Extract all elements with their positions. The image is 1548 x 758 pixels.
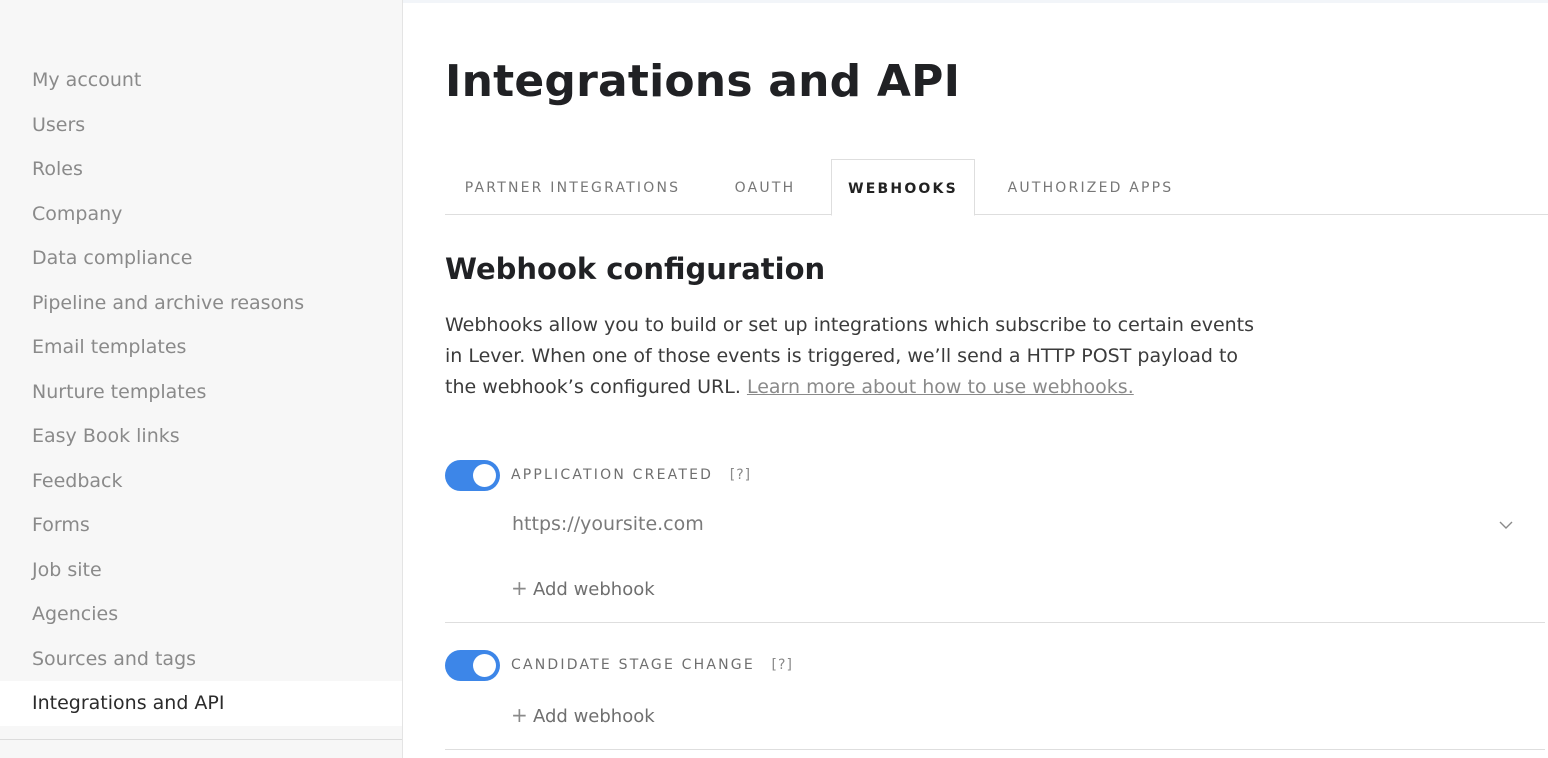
toggle-application-created[interactable] (445, 460, 500, 491)
row-divider (445, 622, 1545, 623)
sidebar-item-easy-book-links[interactable]: Easy Book links (0, 414, 402, 459)
sidebar-item-pipeline-archive-reasons[interactable]: Pipeline and archive reasons (0, 281, 402, 326)
sidebar-item-company[interactable]: Company (0, 192, 402, 237)
row-divider (445, 749, 1545, 750)
tab-oauth[interactable]: OAUTH (707, 159, 823, 215)
add-webhook-button[interactable]: + Add webhook (511, 576, 655, 600)
add-webhook-label: Add webhook (533, 579, 655, 600)
add-webhook-button[interactable]: + Add webhook (511, 703, 655, 727)
event-name: APPLICATION CREATED (511, 467, 714, 483)
toggle-candidate-stage-change[interactable] (445, 650, 500, 681)
help-link[interactable]: [?] (730, 467, 751, 483)
toggle-knob (473, 464, 496, 487)
sidebar-item-users[interactable]: Users (0, 103, 402, 148)
main-content: Integrations and API PARTNER INTEGRATION… (445, 0, 1548, 758)
section-title: Webhook configuration (445, 252, 826, 286)
chevron-down-icon[interactable] (1499, 518, 1513, 532)
toggle-knob (473, 654, 496, 677)
sidebar-item-sources-and-tags[interactable]: Sources and tags (0, 637, 402, 682)
tab-authorized-apps[interactable]: AUTHORIZED APPS (993, 159, 1188, 215)
tab-partner-integrations[interactable]: PARTNER INTEGRATIONS (445, 159, 700, 215)
sidebar-nav: My account Users Roles Company Data comp… (0, 58, 402, 726)
tab-bar: PARTNER INTEGRATIONS OAUTH WEBHOOKS AUTH… (445, 159, 1548, 216)
sidebar-item-email-templates[interactable]: Email templates (0, 325, 402, 370)
event-name: CANDIDATE STAGE CHANGE (511, 657, 755, 673)
settings-sidebar: My account Users Roles Company Data comp… (0, 0, 403, 758)
event-label-candidate-stage-change: CANDIDATE STAGE CHANGE [?] (511, 657, 793, 673)
add-webhook-label: Add webhook (533, 706, 655, 727)
sidebar-item-nurture-templates[interactable]: Nurture templates (0, 370, 402, 415)
plus-icon: + (511, 703, 528, 727)
sidebar-item-roles[interactable]: Roles (0, 147, 402, 192)
sidebar-item-agencies[interactable]: Agencies (0, 592, 402, 637)
webhooks-description: Webhooks allow you to build or set up in… (445, 310, 1275, 403)
help-link[interactable]: [?] (772, 657, 793, 673)
webhook-url-field[interactable]: https://yoursite.com (512, 506, 1515, 542)
tab-webhooks[interactable]: WEBHOOKS (831, 159, 975, 216)
event-label-application-created: APPLICATION CREATED [?] (511, 467, 751, 483)
url-placeholder: https://yoursite.com (512, 513, 704, 535)
plus-icon: + (511, 576, 528, 600)
sidebar-item-integrations-and-api[interactable]: Integrations and API (0, 681, 402, 726)
sidebar-item-forms[interactable]: Forms (0, 503, 402, 548)
sidebar-item-my-account[interactable]: My account (0, 58, 402, 103)
sidebar-divider (0, 739, 402, 740)
sidebar-item-job-site[interactable]: Job site (0, 548, 402, 593)
learn-more-link[interactable]: Learn more about how to use webhooks. (747, 376, 1134, 398)
sidebar-item-data-compliance[interactable]: Data compliance (0, 236, 402, 281)
page-title: Integrations and API (445, 56, 961, 107)
sidebar-item-feedback[interactable]: Feedback (0, 459, 402, 504)
